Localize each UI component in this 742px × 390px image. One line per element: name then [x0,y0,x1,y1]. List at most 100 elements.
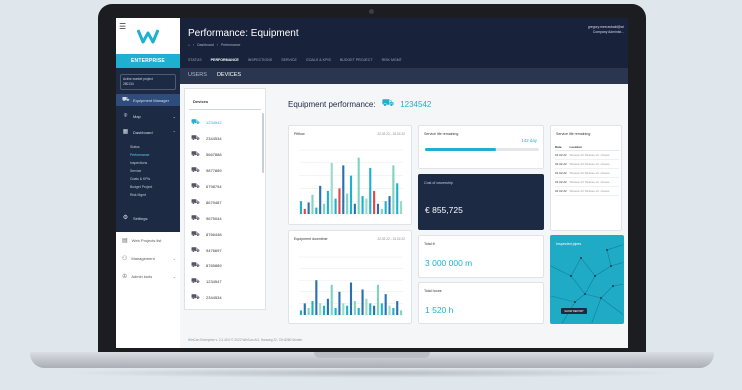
equipment-title: Equipment performance: [288,100,376,109]
chart-bar [346,193,349,214]
sidebar-sub-goals[interactable]: Goals & KPIs [130,177,150,181]
device-row[interactable]: ⛟ 9877889 [191,163,222,179]
chart-bar [388,196,391,214]
sidebar-item-label: Web Projects list [131,237,162,243]
dashboard-tabs: STATUS PERFORMANCE INSPECTIONS SERVICE G… [188,58,402,62]
chart-bar [311,301,314,315]
cell-date: 01.02.22 [555,168,570,178]
device-row[interactable]: ⛟ 9675044 [191,210,222,226]
sidebar-item-management[interactable]: ⚇ Management ⌄ [116,252,180,264]
sidebar-item-dashboard[interactable]: ▦ Dashboard ⌃ [116,126,180,138]
menu-icon[interactable]: ☰ [119,22,126,31]
footer-text: WinCan Enterprise v. 2.2.40.0 © 2022 Win… [188,338,303,342]
cell-date: 01.02.22 [555,177,570,187]
cell-location: Strasse 23 Strasse str. streets [569,159,619,169]
tab-performance[interactable]: PERFORMANCE [211,58,239,62]
devices-heading: Devices [193,99,209,104]
truck-icon: ⛟ [191,167,200,175]
chart-bar [319,303,322,315]
tab-risk[interactable]: RISK MGMT [382,58,402,62]
device-row[interactable]: ⛟ 6798754 [191,179,222,195]
device-row[interactable]: ⛟ 2344534 [191,131,222,147]
tab-status[interactable]: STATUS [188,58,202,62]
device-row[interactable]: ⛟ 8766448 [191,226,222,242]
devices-scrollbar[interactable] [262,113,264,173]
list-icon: ▤ [122,237,128,244]
device-row[interactable]: ⛟ 9476697 [191,242,222,258]
project-selector[interactable]: Active market project 280134 [120,74,176,90]
tab-budget[interactable]: BUDGET PROJECT [340,58,373,62]
table-row[interactable]: 01.02.22 Strasse 23 Strasse str. streets [555,150,619,160]
chart-bar [400,201,403,214]
tab-service[interactable]: SERVICE [281,58,297,62]
user-menu[interactable]: gregory.meeuwbald@wi Company Administ... [588,25,624,35]
total-ft-card: Total ft 3 000 000 m [418,235,544,278]
sidebar-sub-budget[interactable]: Budget Project [130,185,152,189]
chart-bar [380,303,383,315]
gear-icon: ⚙ [122,214,129,221]
chart-bar [357,308,360,315]
sidebar-sub-performance[interactable]: Performance [130,153,149,157]
device-id: 9476697 [206,247,222,253]
device-row[interactable]: ⛟ 8679487 [191,194,222,210]
chart-bar [365,198,368,214]
sidebar-item-settings[interactable]: ⚙ Settings [116,212,180,224]
cost-value: € 855,725 [425,205,463,215]
sidebar-item-admin-tools[interactable]: ♔ Admin tools ⌄ [116,270,180,282]
pipes-title: Inspected pipes [556,242,582,246]
sidebar-item-label: Dashboard [133,129,153,135]
device-row[interactable]: ⛟ 8765889 [191,258,222,274]
chart-bar [349,175,353,214]
sidebar-item-web-projects[interactable]: ▤ Web Projects list [116,234,180,246]
sidebar-item-equipment-manager[interactable]: ⛟ Equipment Manager [116,94,180,106]
cell-location: Strasse 23 Strasse str. streets [569,150,619,160]
devices-panel: Devices ⛟ 1234542 ⛟ 2344534 ⛟ 5667888 ⛟ 9877889… [184,88,266,310]
chart-bar [388,305,391,315]
service-life-title: Service life remaining [424,132,459,136]
table-row[interactable]: 01.02.22 Strasse 23 Strasse str. streets [555,186,619,196]
device-row[interactable]: ⛟ 5667888 [191,147,222,163]
tab-devices[interactable]: DEVICES [217,72,241,78]
equipment-heading: Equipment performance: ⛟ 1234542 [288,98,431,111]
inspected-pipes-card: Inspected pipes SHOW REPORT [550,235,624,324]
breadcrumb: ⌂ › Dashboard › Performance [188,43,241,47]
tab-goals[interactable]: GOALS & KPIS [306,58,331,62]
truck-icon: ⛟ [191,246,200,254]
chart-bar [307,202,310,214]
truck-icon: ⛟ [381,98,395,109]
device-row[interactable]: ⛟ 1234542 [191,115,222,131]
chart-bar [334,198,337,214]
sidebar-sub-status[interactable]: Status [130,145,140,149]
sidebar-item-map[interactable]: ⌾ Map ⌄ [116,110,180,122]
home-icon[interactable]: ⌂ [188,43,190,47]
downtime-chart [299,256,403,316]
total-hours-title: Total hours [424,289,442,293]
breadcrumb-dashboard[interactable]: Dashboard [197,43,214,47]
table-row[interactable]: 01.02.22 Strasse 23 Strasse str. streets [555,177,619,187]
device-row[interactable]: ⛟ 2344534 [191,290,222,306]
sidebar-sub-inspections[interactable]: Inspections [130,161,147,165]
table-row[interactable]: 01.02.22 Strasse 23 Strasse str. streets [555,168,619,178]
chart-bar [326,190,329,214]
truck-icon: ⛟ [191,198,200,206]
tab-inspections[interactable]: INSPECTIONS [248,58,272,62]
sidebar-sub-risk[interactable]: Risk Mgmt [130,193,146,197]
service-life-value: 142 day [521,138,537,143]
sidebar-sub-service[interactable]: Service [130,169,141,173]
tab-users[interactable]: USERS [188,72,207,78]
chart-bar [396,301,399,315]
device-id: 8679487 [206,199,222,205]
chart-bar [315,280,318,315]
chart-bar [361,196,364,214]
service-life-fill [425,148,496,151]
chevron-up-icon: ⌃ [172,129,176,135]
table-row[interactable]: 01.02.22 Strasse 23 Strasse str. streets [555,159,619,169]
chart-bar [303,303,306,315]
sidebar-item-label: Admin tools [131,273,153,279]
total-ft-value: 3 000 000 m [425,258,473,268]
downtime-card: Equipment downtime 22.02.22 - 24.02.22 [288,230,412,324]
chart-bar [353,301,356,315]
device-row[interactable]: ⛟ 1234547 [191,274,222,290]
chart-bar [342,303,345,315]
show-report-button[interactable]: SHOW REPORT [561,308,587,314]
